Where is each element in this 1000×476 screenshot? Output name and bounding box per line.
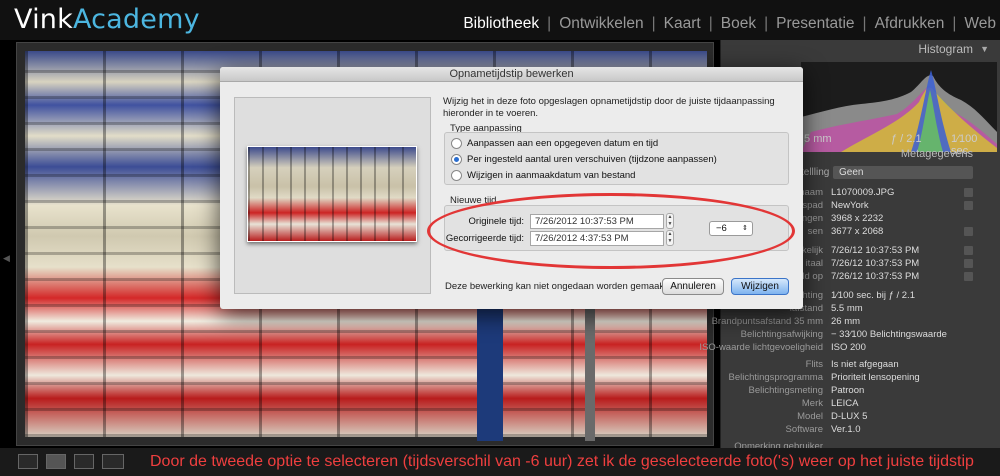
module-bar: VinkAcademy Bibliotheek | Ontwikkelen | Ka…	[0, 0, 1000, 40]
collapse-triangle-icon[interactable]: ▼	[980, 44, 989, 54]
metadata-value: 3968 x 2232	[831, 213, 884, 224]
metadata-key: Belichtingsmeting	[748, 385, 823, 396]
module-picker: Bibliotheek | Ontwikkelen | Kaart | Boek | P…	[455, 15, 1000, 33]
loupe-view-icon[interactable]	[46, 454, 66, 469]
option-label: Per ingesteld aantal uren verschuiven (t…	[467, 154, 717, 165]
corrected-time-label: Gecorrigeerde tijd:	[445, 233, 524, 244]
original-time-stepper[interactable]: ▲ ▼	[666, 213, 674, 229]
metadata-value: 7/26/12 10:37:53 PM	[831, 245, 920, 256]
metadata-key: Brandpuntsafstand 35 mm	[711, 316, 823, 327]
metadata-row: Belichtingsmeting Patroon	[721, 384, 1000, 397]
option-label: Wijzigen in aanmaakdatum van bestand	[467, 170, 636, 181]
metadata-key: sen	[807, 226, 823, 237]
metadata-key: Model	[797, 411, 823, 422]
metadata-preset-row: tellling Geen	[801, 166, 997, 180]
metadata-key: ingen	[799, 213, 823, 224]
metadata-row: ISO-waarde lichtgevoeligheid ISO 200	[699, 341, 1000, 354]
metadata-value: Ver.1.0	[831, 424, 861, 435]
metadata-action-icon[interactable]	[964, 188, 973, 197]
hour-shift-select[interactable]: −6 ⇕	[709, 221, 753, 236]
metadata-value: 7/26/12 10:37:53 PM	[831, 258, 920, 269]
preset-label: tellling	[801, 167, 830, 178]
photo-detail	[477, 291, 503, 441]
metadata-value: 5.5 mm	[831, 303, 863, 314]
metadata-key: Flits	[805, 359, 823, 370]
undo-warning: Deze bewerking kan niet ongedaan worden …	[445, 281, 670, 292]
metadata-row: Belichtingsprogramma Prioriteit lensopeni…	[721, 371, 1000, 384]
metadata-key: Merk	[801, 398, 823, 409]
dialog-description: Wijzig het in deze foto opgeslagen opnam…	[443, 96, 775, 119]
metadata-value: D-LUX 5	[831, 411, 868, 422]
module-ontwikkelen[interactable]: Ontwikkelen	[551, 15, 651, 33]
corrected-time-field[interactable]: 7/26/2012 4:37:53 PM	[530, 231, 664, 246]
histogram-header[interactable]: Histogram ▼	[721, 40, 1000, 60]
metadata-value: 3677 x 2068	[831, 226, 884, 237]
brand-logo: VinkAcademy	[14, 4, 200, 35]
radio-button-selected[interactable]	[451, 154, 462, 165]
metadata-row: Model D-LUX 5	[721, 410, 1000, 423]
metadata-action-icon[interactable]	[964, 246, 973, 255]
left-panel-toggle-icon[interactable]: ◀	[3, 253, 10, 264]
metadata-value: LEICA	[831, 398, 859, 409]
metadata-row: Software Ver.1.0	[721, 423, 1000, 436]
metadata-key: Belichtingsprogramma	[728, 372, 823, 383]
metadata-action-icon[interactable]	[964, 259, 973, 268]
metadata-value: 26 mm	[831, 316, 861, 327]
metadata-value[interactable]: L1070009.JPG	[831, 186, 894, 199]
hour-shift-value: −6	[716, 223, 727, 234]
original-time-label: Originele tijd:	[468, 216, 524, 227]
dialog-title: Opnametijdstip bewerken	[220, 67, 803, 82]
brand-part-1: Vink	[14, 4, 73, 35]
change-button[interactable]: Wijzigen	[731, 278, 789, 295]
metadata-row: Flits Is niet afgegaan	[721, 358, 1000, 371]
dialog-thumbnail	[247, 146, 417, 242]
radio-button[interactable]	[451, 170, 462, 181]
metadata-value: − 33⁄100 Belichtingswaarde	[831, 329, 947, 340]
preset-select[interactable]: Geen	[833, 166, 973, 179]
metadata-value: ISO 200	[831, 342, 866, 353]
histogram-title: Histogram	[918, 42, 973, 56]
metadata-action-icon[interactable]	[964, 201, 973, 210]
radio-button[interactable]	[451, 138, 462, 149]
select-arrows-icon: ⇕	[742, 225, 748, 232]
module-afdrukken[interactable]: Afdrukken	[867, 15, 953, 33]
module-presentatie[interactable]: Presentatie	[768, 15, 862, 33]
cancel-button[interactable]: Annuleren	[662, 278, 724, 295]
metadata-action-icon[interactable]	[964, 227, 973, 236]
original-time-field[interactable]: 7/26/2012 10:37:53 PM	[530, 214, 664, 229]
metadata-value: Is niet afgegaan	[831, 359, 899, 370]
metadata-title: Metagegevens	[900, 148, 973, 160]
metadata-row: Belichtingsafwijking − 33⁄100 Belichtings…	[721, 328, 1000, 341]
metadata-key: ISO-waarde lichtgevoeligheid	[699, 342, 823, 353]
metadata-action-icon[interactable]	[964, 272, 973, 281]
metadata-key: itaal	[805, 258, 823, 269]
photo-detail	[585, 301, 595, 441]
corrected-time-stepper[interactable]: ▲ ▼	[666, 230, 674, 246]
metadata-value[interactable]: NewYork	[831, 199, 869, 212]
focal-length: .5 mm	[801, 133, 832, 145]
metadata-value: 1⁄100 sec. bij ƒ / 2.1	[831, 290, 915, 301]
metadata-key: ld op	[802, 271, 823, 282]
edit-capture-time-dialog: Opnametijdstip bewerken Wijzig het in de…	[220, 67, 803, 309]
dialog-preview-pane	[234, 97, 431, 294]
annotation-caption: Door de tweede optie te selecteren (tijd…	[150, 453, 974, 470]
module-bibliotheek[interactable]: Bibliotheek	[455, 15, 547, 33]
metadata-row: Brandpuntsafstand 35 mm 26 mm	[712, 315, 1000, 328]
option-label: Aanpassen aan een opgegeven datum en tij…	[467, 138, 659, 149]
metadata-value: Prioriteit lensopening	[831, 372, 920, 383]
module-kaart[interactable]: Kaart	[656, 15, 709, 33]
compare-view-icon[interactable]	[74, 454, 94, 469]
metadata-value: Patroon	[831, 385, 865, 396]
grid-view-icon[interactable]	[18, 454, 38, 469]
metadata-value: 7/26/12 10:37:53 PM	[831, 271, 920, 282]
module-boek[interactable]: Boek	[713, 15, 764, 33]
metadata-key: Belichtingsafwijking	[740, 329, 823, 340]
survey-view-icon[interactable]	[102, 454, 124, 469]
metadata-row: Merk LEICA	[721, 397, 1000, 410]
metadata-key: Software	[785, 424, 824, 435]
module-web[interactable]: Web	[956, 15, 1000, 33]
brand-part-2: Academy	[72, 4, 200, 35]
aperture-value: ƒ / 2.1	[891, 133, 922, 145]
